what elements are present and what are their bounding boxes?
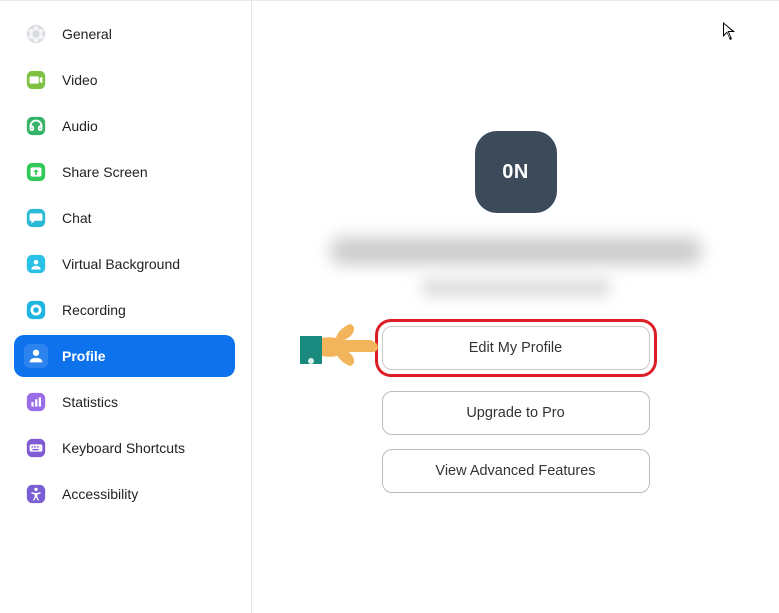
sidebar-item-label: Recording <box>62 302 126 318</box>
sidebar-item-label: Audio <box>62 118 98 134</box>
sidebar-item-label: Profile <box>62 348 106 364</box>
edit-my-profile-button[interactable]: Edit My Profile <box>382 326 650 370</box>
statistics-icon <box>24 390 48 414</box>
chat-icon <box>24 206 48 230</box>
avatar[interactable]: 0N <box>475 131 557 213</box>
sidebar-item-label: Accessibility <box>62 486 138 502</box>
button-label: View Advanced Features <box>435 463 595 479</box>
sidebar-item-profile[interactable]: Profile <box>14 335 235 377</box>
recording-icon <box>24 298 48 322</box>
share-screen-icon <box>24 160 48 184</box>
video-icon <box>24 68 48 92</box>
sidebar-item-video[interactable]: Video <box>14 59 235 101</box>
cursor-icon <box>722 21 738 46</box>
gear-icon <box>24 22 48 46</box>
button-label: Edit My Profile <box>469 340 562 356</box>
sidebar-item-recording[interactable]: Recording <box>14 289 235 331</box>
sidebar-item-chat[interactable]: Chat <box>14 197 235 239</box>
profile-icon <box>24 344 48 368</box>
settings-sidebar: General Video Audio Share Screen Chat <box>0 1 252 613</box>
avatar-initials: 0N <box>502 161 529 184</box>
sidebar-item-share-screen[interactable]: Share Screen <box>14 151 235 193</box>
sidebar-item-label: Share Screen <box>62 164 148 180</box>
keyboard-icon <box>24 436 48 460</box>
sidebar-item-label: Virtual Background <box>62 256 180 272</box>
sidebar-item-virtual-background[interactable]: Virtual Background <box>14 243 235 285</box>
sidebar-item-label: Keyboard Shortcuts <box>62 440 185 456</box>
sidebar-item-label: Statistics <box>62 394 118 410</box>
main-content: 0N Edit My Profi <box>252 1 779 613</box>
pointing-hand-icon <box>300 314 380 372</box>
sidebar-item-general[interactable]: General <box>14 13 235 55</box>
headphones-icon <box>24 114 48 138</box>
profile-subtitle-redacted <box>421 279 611 297</box>
view-advanced-features-button[interactable]: View Advanced Features <box>382 449 650 493</box>
upgrade-to-pro-button[interactable]: Upgrade to Pro <box>382 391 650 435</box>
sidebar-item-label: General <box>62 26 112 42</box>
sidebar-item-keyboard-shortcuts[interactable]: Keyboard Shortcuts <box>14 427 235 469</box>
button-label: Upgrade to Pro <box>466 405 564 421</box>
accessibility-icon <box>24 482 48 506</box>
sidebar-item-audio[interactable]: Audio <box>14 105 235 147</box>
sidebar-item-label: Chat <box>62 210 92 226</box>
profile-name-redacted <box>331 237 701 265</box>
edit-profile-highlight: Edit My Profile <box>375 319 657 377</box>
virtual-background-icon <box>24 252 48 276</box>
sidebar-item-statistics[interactable]: Statistics <box>14 381 235 423</box>
sidebar-item-accessibility[interactable]: Accessibility <box>14 473 235 515</box>
sidebar-item-label: Video <box>62 72 98 88</box>
